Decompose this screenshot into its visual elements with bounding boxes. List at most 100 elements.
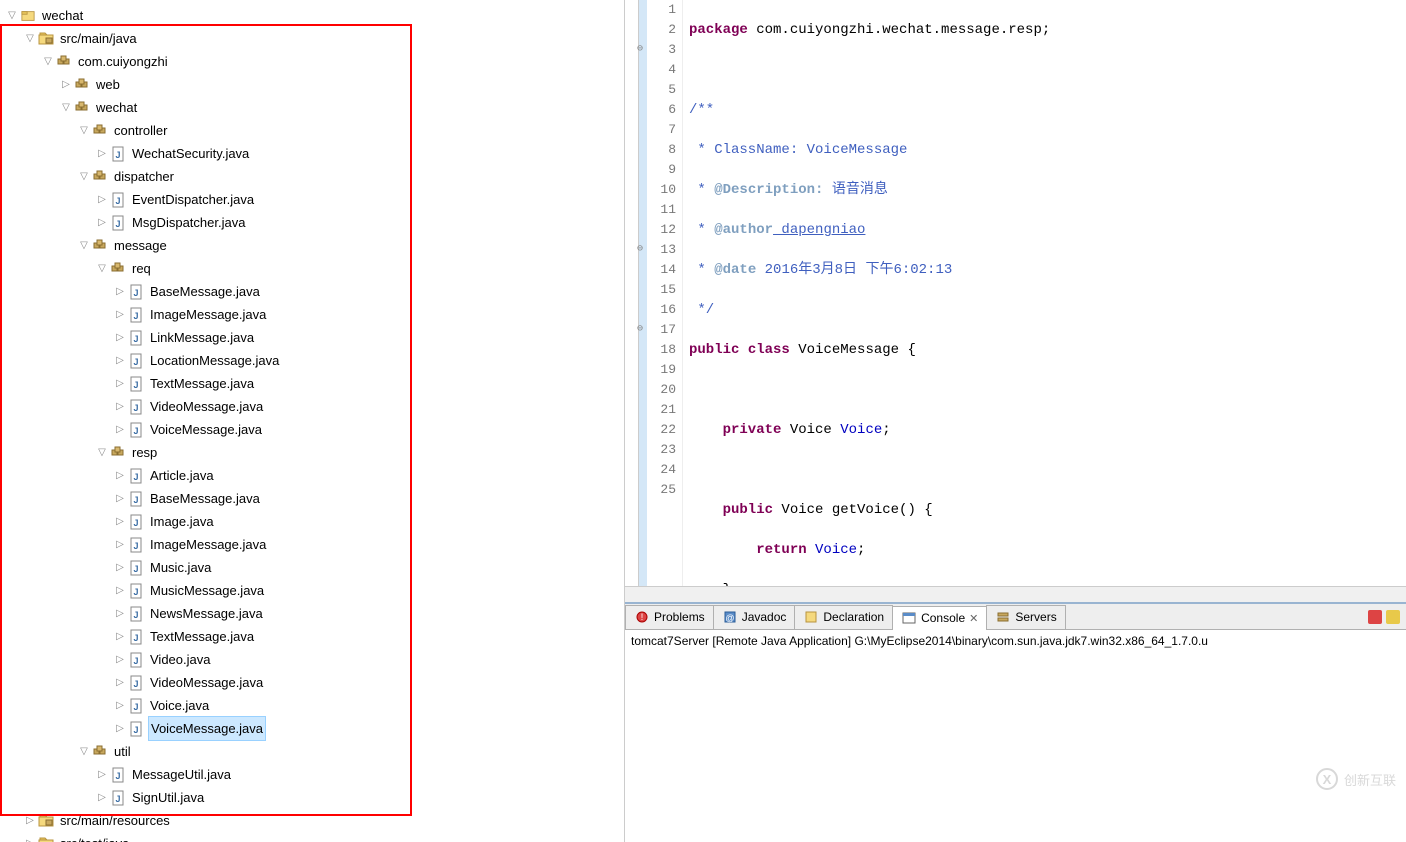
chevron-right-icon[interactable] (94, 763, 110, 786)
tree-label: Image.java (148, 509, 216, 534)
tree-file[interactable]: JLocationMessage.java (0, 349, 624, 372)
tree-label: controller (112, 118, 169, 143)
bottom-tabbar: ! Problems @ Javadoc Declaration Console… (625, 604, 1406, 630)
tree-src-test-java[interactable]: src/test/java (0, 832, 624, 842)
chevron-right-icon[interactable] (94, 188, 110, 211)
tree-file[interactable]: JTextMessage.java (0, 625, 624, 648)
chevron-right-icon[interactable] (112, 487, 128, 510)
tab-declaration[interactable]: Declaration (794, 605, 893, 629)
chevron-down-icon[interactable] (4, 4, 20, 27)
svg-text:J: J (133, 288, 138, 298)
package-icon (74, 100, 90, 116)
tree-file-event-dispatcher[interactable]: J EventDispatcher.java (0, 188, 624, 211)
tree-file[interactable]: JVoice.java (0, 694, 624, 717)
javadoc-icon: @ (722, 609, 738, 625)
chevron-right-icon[interactable] (112, 349, 128, 372)
tree-file[interactable]: JSignUtil.java (0, 786, 624, 809)
tree-file[interactable]: JImage.java (0, 510, 624, 533)
chevron-right-icon[interactable] (112, 418, 128, 441)
tree-file-wechat-security[interactable]: J WechatSecurity.java (0, 142, 624, 165)
tree-file[interactable]: JMusicMessage.java (0, 579, 624, 602)
tree-file[interactable]: J Video.java (0, 648, 624, 671)
tree-package-req[interactable]: req (0, 257, 624, 280)
tree-file[interactable]: JVoiceMessage.java (0, 418, 624, 441)
tree-file[interactable]: JMusic.java (0, 556, 624, 579)
tree-file[interactable]: JBaseMessage.java (0, 487, 624, 510)
tree-package-resp[interactable]: resp (0, 441, 624, 464)
tab-console[interactable]: Console ✕ (892, 606, 987, 630)
tree-src-main-resources[interactable]: src/main/resources (0, 809, 624, 832)
tree-file[interactable]: JImageMessage.java (0, 303, 624, 326)
chevron-down-icon[interactable] (76, 165, 92, 188)
tree-file[interactable]: JTextMessage.java (0, 372, 624, 395)
chevron-right-icon[interactable] (112, 303, 128, 326)
tree-file[interactable]: JVoiceMessage.java (0, 717, 624, 740)
tree-file-msg-dispatcher[interactable]: J MsgDispatcher.java (0, 211, 624, 234)
editor-ruler (625, 0, 639, 586)
chevron-down-icon[interactable] (22, 27, 38, 50)
chevron-right-icon[interactable] (112, 694, 128, 717)
tree-package-message[interactable]: message (0, 234, 624, 257)
chevron-right-icon[interactable] (94, 211, 110, 234)
tab-problems[interactable]: ! Problems (625, 605, 714, 629)
tree-label: LocationMessage.java (148, 348, 281, 373)
tree-file[interactable]: JVideoMessage.java (0, 395, 624, 418)
chevron-right-icon[interactable] (112, 671, 128, 694)
tree-file[interactable]: JNewsMessage.java (0, 602, 624, 625)
project-explorer[interactable]: wechat src/main/java com.cuiyongzhi web (0, 0, 625, 842)
tree-label: Video.java (148, 647, 212, 672)
java-file-icon: J (110, 767, 126, 783)
code-content[interactable]: package com.cuiyongzhi.wechat.message.re… (683, 0, 1406, 586)
chevron-right-icon[interactable] (112, 717, 128, 740)
tree-file[interactable]: JLinkMessage.java (0, 326, 624, 349)
chevron-down-icon[interactable] (76, 234, 92, 257)
chevron-down-icon[interactable] (76, 740, 92, 763)
chevron-down-icon[interactable] (94, 257, 110, 280)
tree-package-dispatcher[interactable]: dispatcher (0, 165, 624, 188)
tree-file[interactable]: JVideoMessage.java (0, 671, 624, 694)
tree-file[interactable]: JImageMessage.java (0, 533, 624, 556)
chevron-right-icon[interactable] (112, 372, 128, 395)
chevron-right-icon[interactable] (22, 809, 38, 832)
chevron-right-icon[interactable] (112, 648, 128, 671)
close-icon[interactable]: ✕ (969, 612, 978, 625)
tree-src-main-java[interactable]: src/main/java (0, 27, 624, 50)
chevron-right-icon[interactable] (112, 625, 128, 648)
chevron-right-icon[interactable] (112, 579, 128, 602)
code-editor[interactable]: 123⊖45678910111213⊖14151617⊖181920212223… (625, 0, 1406, 586)
chevron-right-icon[interactable] (94, 786, 110, 809)
chevron-right-icon[interactable] (112, 602, 128, 625)
tree-file[interactable]: JMessageUtil.java (0, 763, 624, 786)
chevron-right-icon[interactable] (112, 326, 128, 349)
tree-package-wechat[interactable]: wechat (0, 96, 624, 119)
terminate-button[interactable] (1368, 610, 1382, 624)
chevron-right-icon[interactable] (22, 832, 38, 842)
tab-javadoc[interactable]: @ Javadoc (713, 605, 796, 629)
tree-package-controller[interactable]: controller (0, 119, 624, 142)
chevron-down-icon[interactable] (94, 441, 110, 464)
chevron-right-icon[interactable] (112, 556, 128, 579)
tab-label: Problems (654, 610, 705, 624)
tab-servers[interactable]: Servers (986, 605, 1065, 629)
toolbar-button[interactable] (1386, 610, 1400, 624)
tree-package-web[interactable]: web (0, 73, 624, 96)
chevron-right-icon[interactable] (112, 395, 128, 418)
tree-file[interactable]: JArticle.java (0, 464, 624, 487)
console-output[interactable]: tomcat7Server [Remote Java Application] … (625, 630, 1406, 842)
tree-package-util[interactable]: util (0, 740, 624, 763)
chevron-down-icon[interactable] (58, 96, 74, 119)
chevron-right-icon[interactable] (112, 533, 128, 556)
chevron-down-icon[interactable] (76, 119, 92, 142)
tree-label: MusicMessage.java (148, 578, 266, 603)
chevron-down-icon[interactable] (40, 50, 56, 73)
chevron-right-icon[interactable] (112, 510, 128, 533)
chevron-right-icon[interactable] (112, 280, 128, 303)
svg-text:J: J (133, 656, 138, 666)
chevron-right-icon[interactable] (58, 73, 74, 96)
tree-package-root[interactable]: com.cuiyongzhi (0, 50, 624, 73)
tree-project-wechat[interactable]: wechat (0, 4, 624, 27)
chevron-right-icon[interactable] (112, 464, 128, 487)
horizontal-scrollbar[interactable] (625, 586, 1406, 602)
chevron-right-icon[interactable] (94, 142, 110, 165)
tree-file[interactable]: JBaseMessage.java (0, 280, 624, 303)
